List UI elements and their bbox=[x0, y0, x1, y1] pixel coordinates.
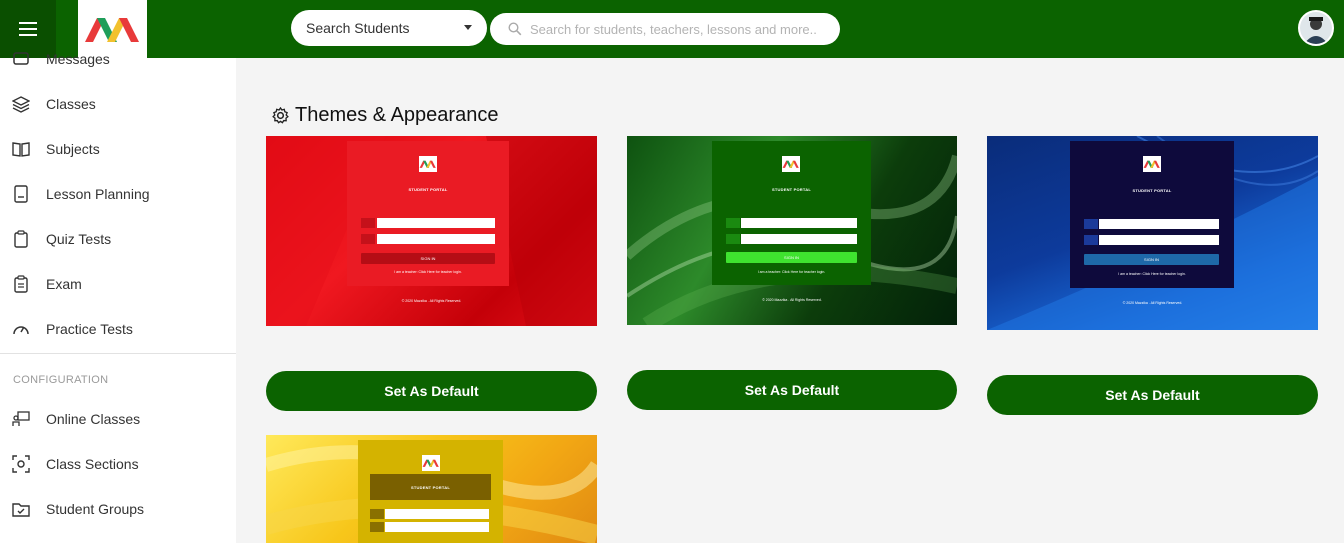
key-icon bbox=[361, 234, 375, 244]
logo-icon bbox=[422, 455, 440, 471]
user-icon bbox=[361, 218, 375, 228]
user-avatar[interactable] bbox=[1298, 10, 1334, 46]
theme-preview-red[interactable]: STUDENT PORTAL SIGN IN I am a teacher: C… bbox=[266, 136, 597, 326]
sidebar-item-practice-tests[interactable]: Practice Tests bbox=[0, 306, 236, 351]
sidebar-section-label: CONFIGURATION bbox=[13, 374, 109, 386]
sidebar-item-label: Practice Tests bbox=[46, 320, 133, 337]
password-field bbox=[385, 522, 489, 532]
clipboard-list-icon bbox=[14, 275, 28, 293]
search-box[interactable] bbox=[490, 13, 840, 45]
username-field bbox=[1099, 219, 1219, 229]
search-icon bbox=[508, 22, 522, 36]
login-panel: STUDENT PORTAL SIGN IN I am a teacher: C… bbox=[1070, 141, 1234, 288]
message-icon bbox=[13, 52, 29, 65]
set-default-button-blue[interactable]: Set As Default bbox=[987, 375, 1318, 415]
footer-text: © 2020 Mazzika . All Rights Reserved. bbox=[762, 298, 822, 302]
search-type-label: Search Students bbox=[306, 20, 410, 36]
page-title: Themes & Appearance bbox=[272, 104, 498, 127]
sidebar-item-label: Classes bbox=[46, 95, 96, 112]
key-icon bbox=[370, 522, 384, 532]
theme-preview-yellow[interactable]: STUDENT PORTAL bbox=[266, 435, 597, 543]
username-field bbox=[741, 218, 857, 228]
footer-text: © 2020 Mazzika . All Rights Reserved. bbox=[401, 299, 462, 303]
clipboard-icon bbox=[14, 230, 28, 248]
key-icon bbox=[1084, 235, 1098, 245]
search-type-select[interactable]: Search Students bbox=[291, 10, 487, 46]
logo-icon bbox=[419, 156, 437, 172]
sidebar-item-exam[interactable]: Exam bbox=[0, 261, 236, 306]
avatar-image bbox=[1300, 12, 1332, 44]
planner-book-icon bbox=[14, 185, 28, 203]
sidebar-item-messages[interactable]: Messages bbox=[0, 36, 236, 81]
sign-in-button: SIGN IN bbox=[726, 252, 857, 263]
theme-preview-green[interactable]: STUDENT PORTAL SIGN IN I am a teacher: C… bbox=[627, 136, 957, 325]
set-default-button-red[interactable]: Set As Default bbox=[266, 371, 597, 411]
sidebar-item-label: Lesson Planning bbox=[46, 185, 150, 202]
sidebar-item-label: Subjects bbox=[46, 140, 100, 157]
page-title-text: Themes & Appearance bbox=[295, 104, 499, 126]
user-icon bbox=[726, 218, 740, 228]
footer-text: © 2020 Mazzika . All Rights Reserved. bbox=[1122, 301, 1183, 305]
search-input[interactable] bbox=[530, 21, 830, 37]
username-field bbox=[377, 218, 495, 228]
sidebar-item-quiz-tests[interactable]: Quiz Tests bbox=[0, 216, 236, 261]
logo-icon bbox=[1143, 156, 1161, 172]
teacher-login-note: I am a teacher: Click Here for teacher l… bbox=[1118, 272, 1186, 276]
layers-icon bbox=[12, 96, 30, 113]
panel-title: STUDENT PORTAL bbox=[1132, 188, 1172, 193]
sidebar-item-online-classes[interactable]: Online Classes bbox=[0, 396, 236, 441]
sidebar-item-student-groups[interactable]: Student Groups bbox=[0, 486, 236, 531]
gauge-icon bbox=[13, 326, 29, 335]
login-panel: STUDENT PORTAL SIGN IN I am a teacher: C… bbox=[712, 141, 871, 285]
teacher-login-note: I am a teacher: Click Here for teacher l… bbox=[394, 270, 462, 274]
sign-in-button: SIGN IN bbox=[1084, 254, 1219, 265]
sidebar-item-label: Exam bbox=[46, 275, 82, 292]
sidebar-item-label: Messages bbox=[46, 50, 110, 67]
user-icon bbox=[370, 509, 384, 519]
password-field bbox=[741, 234, 857, 244]
book-open-icon bbox=[12, 142, 30, 157]
login-panel: STUDENT PORTAL SIGN IN I am a teacher: C… bbox=[347, 141, 509, 286]
theme-preview-blue[interactable]: STUDENT PORTAL SIGN IN I am a teacher: C… bbox=[987, 136, 1318, 330]
sidebar-item-lesson-planning[interactable]: Lesson Planning bbox=[0, 171, 236, 216]
focus-frame-icon bbox=[12, 455, 30, 473]
sign-in-button: SIGN IN bbox=[361, 253, 495, 264]
sidebar: Messages Classes Subjects Lesson Plannin… bbox=[0, 51, 236, 543]
teacher-board-icon bbox=[12, 411, 30, 426]
password-field bbox=[1099, 235, 1219, 245]
gear-icon bbox=[272, 107, 289, 124]
password-field bbox=[377, 234, 495, 244]
username-field bbox=[385, 509, 489, 519]
panel-title: STUDENT PORTAL bbox=[408, 187, 448, 192]
sidebar-item-label: Online Classes bbox=[46, 410, 141, 427]
sidebar-item-class-sections[interactable]: Class Sections bbox=[0, 441, 236, 486]
caret-down-icon bbox=[464, 25, 472, 30]
folder-check-icon bbox=[12, 503, 30, 517]
sidebar-item-label: Class Sections bbox=[46, 455, 139, 472]
panel-title: STUDENT PORTAL bbox=[411, 485, 450, 490]
sidebar-item-subjects[interactable]: Subjects bbox=[0, 126, 236, 171]
panel-title: STUDENT PORTAL bbox=[772, 187, 811, 192]
set-default-button-green[interactable]: Set As Default bbox=[627, 370, 957, 410]
user-icon bbox=[1084, 219, 1098, 229]
teacher-login-note: I am a teacher: Click Here for teacher l… bbox=[757, 270, 826, 274]
sidebar-divider bbox=[0, 353, 236, 354]
sidebar-item-classes[interactable]: Classes bbox=[0, 81, 236, 126]
sidebar-item-label: Quiz Tests bbox=[46, 230, 112, 247]
logo-icon bbox=[782, 156, 800, 172]
login-panel: STUDENT PORTAL bbox=[358, 440, 503, 543]
sidebar-item-label: Student Groups bbox=[46, 500, 145, 517]
key-icon bbox=[726, 234, 740, 244]
